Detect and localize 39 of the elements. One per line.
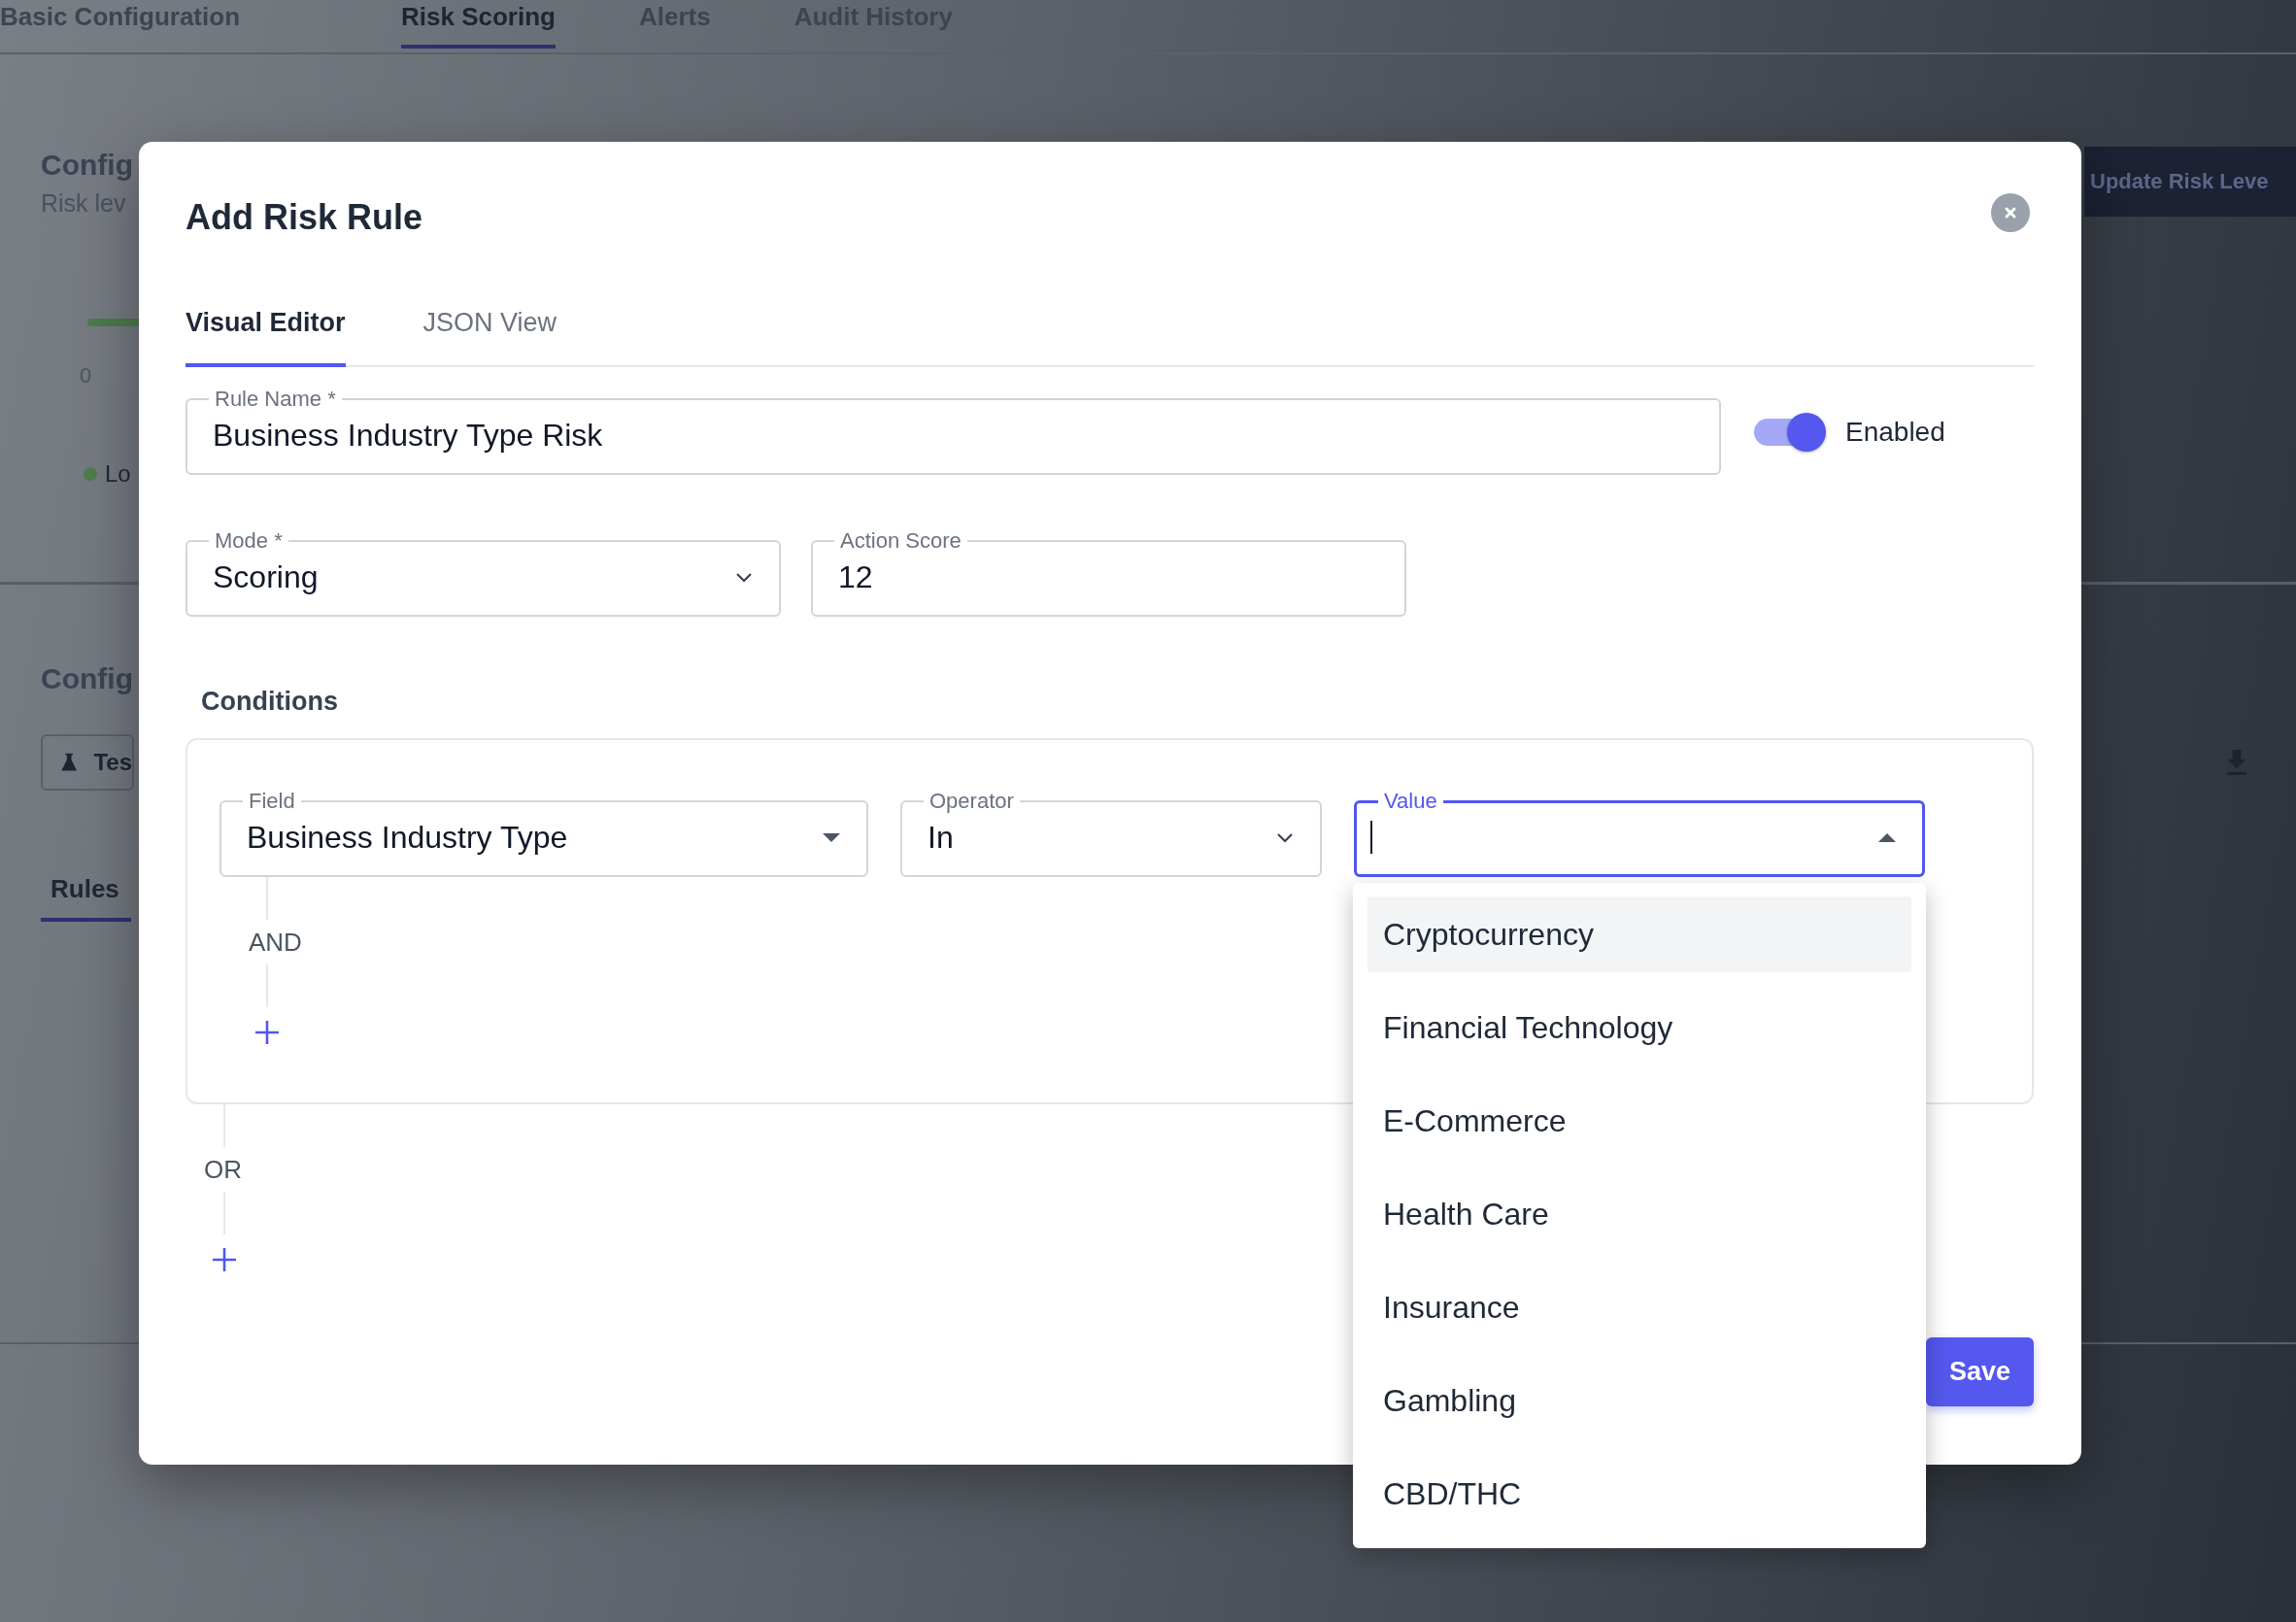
editor-tab[interactable]: Visual Editor — [186, 308, 346, 367]
toggle-label: Enabled — [1845, 416, 1945, 448]
dropdown-option[interactable]: Cryptocurrency — [1367, 896, 1911, 972]
chevron-down-icon — [734, 571, 754, 584]
section-heading: Config — [41, 662, 134, 695]
field-label: Field — [248, 791, 296, 812]
close-button[interactable] — [1991, 193, 2030, 232]
triangle-up-icon — [1877, 831, 1897, 843]
and-label: AND — [249, 928, 302, 957]
editor-tab[interactable]: JSON View — [422, 308, 557, 367]
mode-select[interactable]: Mode * Scoring — [186, 530, 781, 617]
or-label: OR — [204, 1155, 242, 1184]
dropdown-option[interactable]: Insurance — [1367, 1269, 1911, 1345]
dropdown-option[interactable]: Financial Technology — [1367, 990, 1911, 1065]
dropdown-option[interactable]: Health Care — [1367, 1176, 1911, 1252]
triangle-down-icon — [822, 831, 841, 844]
conditions-heading: Conditions — [201, 687, 339, 717]
section-heading: Config — [41, 149, 133, 182]
save-button[interactable]: Save — [1926, 1337, 2034, 1406]
field-label: Value — [1383, 791, 1438, 812]
dropdown-option[interactable]: CBD/THC — [1367, 1456, 1911, 1532]
chevron-down-icon — [1275, 831, 1295, 844]
plus-icon — [211, 1246, 238, 1273]
close-icon — [2004, 206, 2017, 220]
enabled-toggle[interactable] — [1754, 412, 1828, 452]
dropdown-option[interactable]: E-Commerce — [1367, 1083, 1911, 1159]
action-score-field[interactable]: Action Score 12 — [811, 530, 1406, 617]
field-label: Mode * — [214, 530, 284, 552]
field-label: Action Score — [839, 530, 962, 552]
field-label: Operator — [929, 791, 1015, 812]
rule-name-field[interactable]: Rule Name * Business Industry Type Risk — [186, 389, 1721, 475]
value-select[interactable]: Value — [1354, 791, 1925, 877]
plus-icon — [253, 1019, 281, 1046]
legend-label: Lo — [105, 460, 131, 488]
operator-select[interactable]: Operator In — [900, 791, 1322, 877]
dropdown-option[interactable]: Gambling — [1367, 1363, 1911, 1438]
field-select[interactable]: Field Business Industry Type — [219, 791, 868, 877]
dialog-title: Add Risk Rule — [186, 196, 423, 239]
field-label: Rule Name * — [214, 389, 337, 410]
